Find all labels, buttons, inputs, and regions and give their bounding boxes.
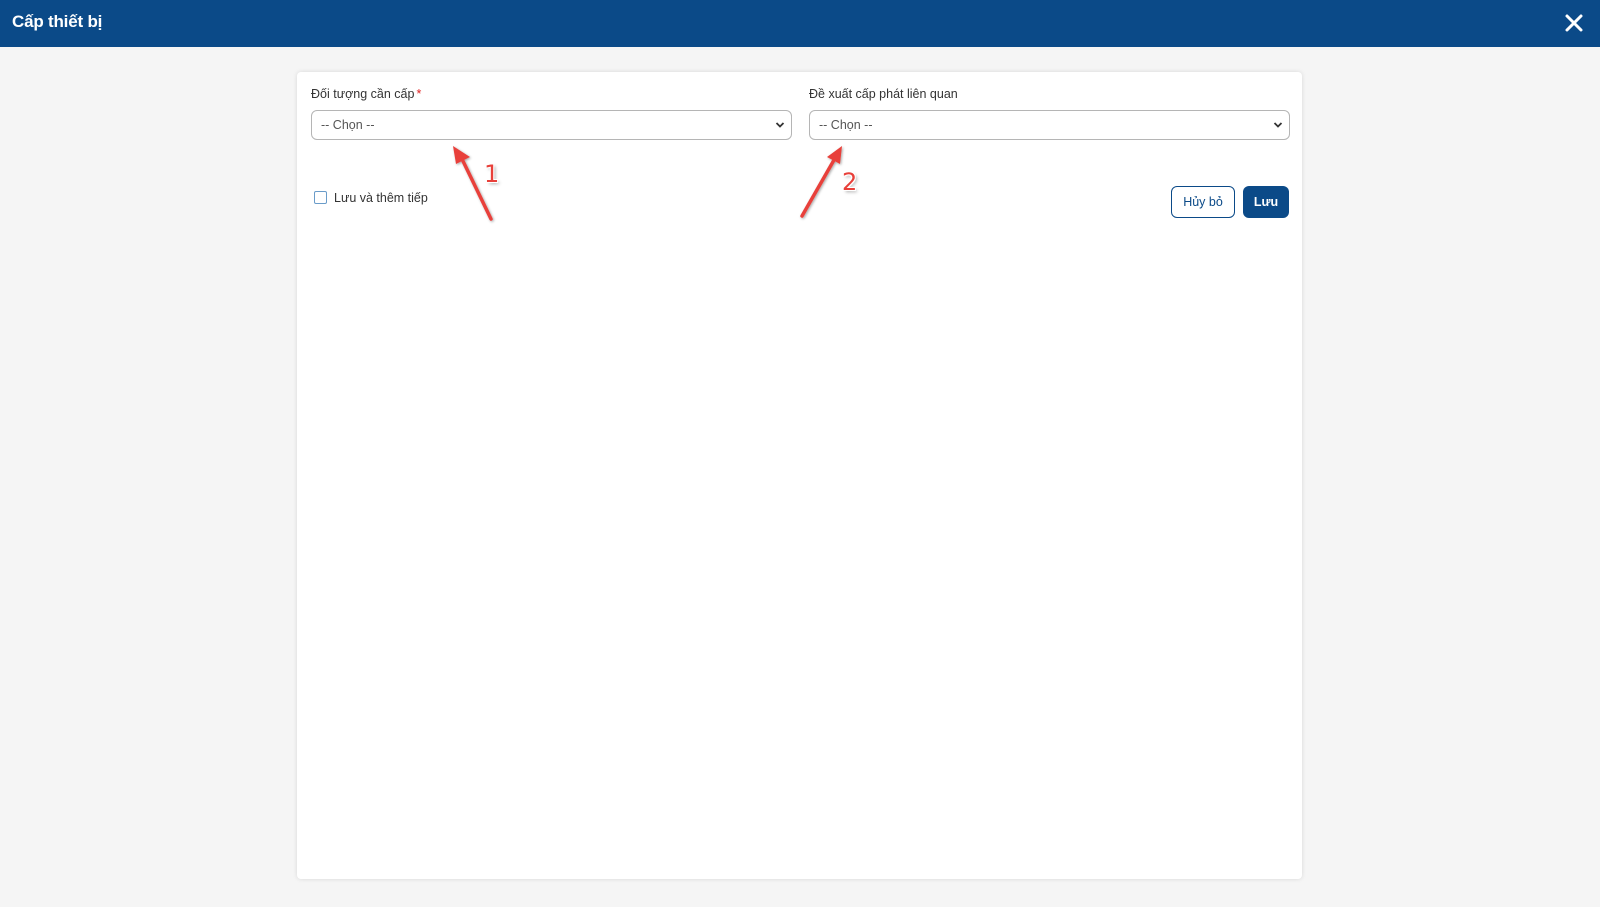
chevron-down-icon (1273, 122, 1283, 128)
close-button[interactable] (1562, 11, 1586, 35)
select-value: -- Chọn -- (819, 118, 873, 132)
save-and-continue-checkbox[interactable] (314, 191, 327, 204)
dialog-title: Cấp thiết bị (12, 12, 103, 31)
annotation-number-2: 2 (842, 168, 858, 196)
close-icon (1565, 14, 1583, 32)
required-asterisk: * (416, 87, 422, 101)
cancel-button[interactable]: Hủy bỏ (1171, 186, 1235, 218)
doi-tuong-select[interactable]: -- Chọn -- (311, 110, 792, 140)
annotation-number-1: 1 (484, 160, 500, 188)
select-value: -- Chọn -- (321, 118, 375, 132)
dialog-header: Cấp thiết bị (0, 0, 1600, 47)
de-xuat-select[interactable]: -- Chọn -- (809, 110, 1290, 140)
field-label-de-xuat: Đề xuất cấp phát liên quan (809, 87, 958, 101)
save-and-continue-label[interactable]: Lưu và thêm tiếp (334, 191, 428, 205)
chevron-down-icon (775, 122, 785, 128)
save-button[interactable]: Lưu (1243, 186, 1289, 218)
field-label-doi-tuong: Đối tượng cần cấp * (311, 87, 422, 101)
form-panel: Đối tượng cần cấp * -- Chọn -- Đề xuất cấ… (297, 72, 1302, 879)
